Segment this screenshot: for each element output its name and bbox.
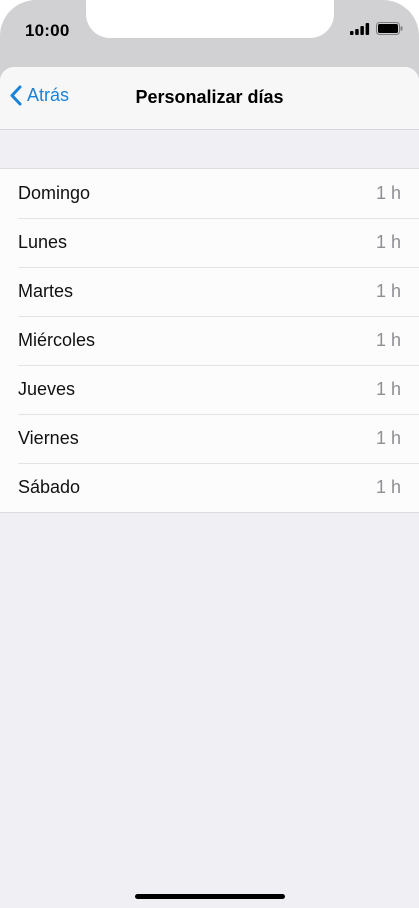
status-time: 10:00 xyxy=(25,21,70,40)
day-label: Viernes xyxy=(18,428,79,448)
day-duration: 1 h xyxy=(375,281,401,301)
day-duration: 1 h xyxy=(375,183,401,203)
day-label: Jueves xyxy=(18,379,76,399)
day-label: Sábado xyxy=(18,477,81,497)
list-item-martes[interactable]: Martes 1 h xyxy=(0,267,419,316)
notch xyxy=(86,0,334,38)
status-icons xyxy=(350,22,403,35)
list-item-jueves[interactable]: Jueves 1 h xyxy=(0,365,419,414)
list-item-domingo[interactable]: Domingo 1 h xyxy=(0,169,419,218)
day-label: Miércoles xyxy=(18,330,96,350)
day-duration: 1 h xyxy=(375,330,401,350)
day-label: Domingo xyxy=(18,183,91,203)
day-duration: 1 h xyxy=(375,477,401,497)
list-item-miercoles[interactable]: Miércoles 1 h xyxy=(0,316,419,365)
list-item-sabado[interactable]: Sábado 1 h xyxy=(0,463,419,512)
day-label: Martes xyxy=(18,281,74,301)
battery-icon xyxy=(376,22,403,35)
signal-icon xyxy=(350,22,370,35)
day-duration: 1 h xyxy=(375,232,401,252)
list-item-viernes[interactable]: Viernes 1 h xyxy=(0,414,419,463)
day-duration: 1 h xyxy=(375,379,401,399)
screen: Atrás Personalizar días Domingo 1 h Lune… xyxy=(0,67,419,908)
navigation-bar: Atrás Personalizar días xyxy=(0,67,419,130)
day-duration: 1 h xyxy=(375,428,401,448)
days-list: Domingo 1 h Lunes 1 h Martes 1 h Miércol… xyxy=(0,168,419,513)
phone-frame: 10:00 Atrás Personalizar días Domingo 1 … xyxy=(0,0,419,908)
list-item-lunes[interactable]: Lunes 1 h xyxy=(0,218,419,267)
home-indicator[interactable] xyxy=(135,894,285,899)
day-label: Lunes xyxy=(18,232,68,252)
page-title: Personalizar días xyxy=(135,87,284,107)
